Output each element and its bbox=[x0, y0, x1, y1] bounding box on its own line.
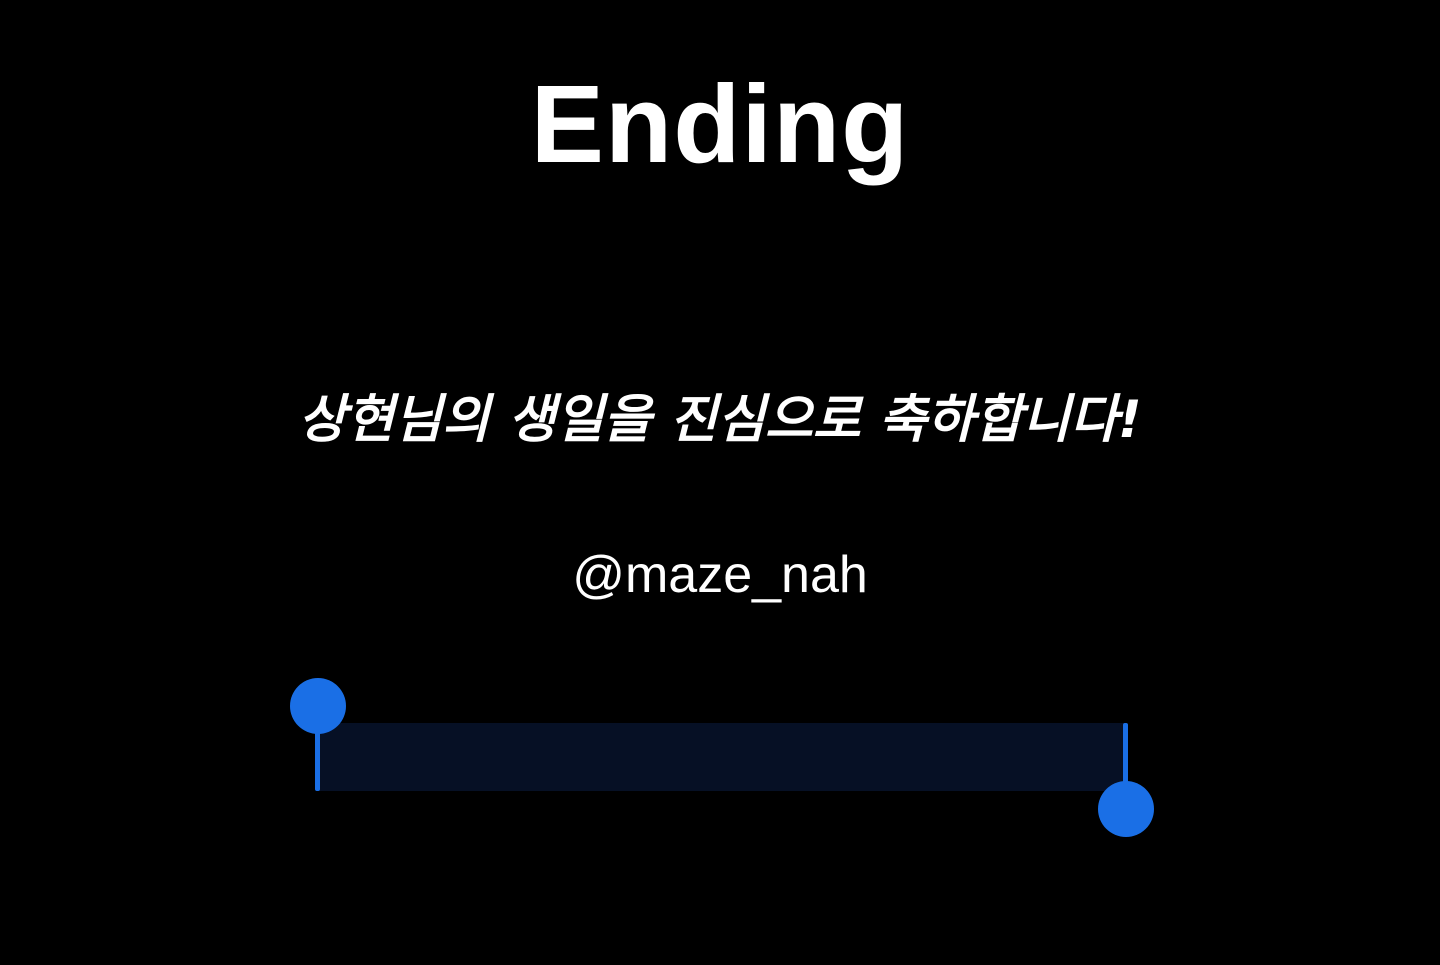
selection-start-knob-icon[interactable] bbox=[290, 678, 346, 734]
slide-canvas: Ending 상현님의 생일을 진심으로 축하합니다! @maze_nah bbox=[0, 0, 1440, 965]
birthday-message: 상현님의 생일을 진심으로 축하합니다! bbox=[298, 390, 1142, 450]
slide-title: Ending bbox=[530, 63, 910, 186]
text-selection-highlight bbox=[318, 723, 1126, 791]
selection-end-knob-icon[interactable] bbox=[1098, 781, 1154, 837]
author-handle: @maze_nah bbox=[572, 546, 868, 604]
